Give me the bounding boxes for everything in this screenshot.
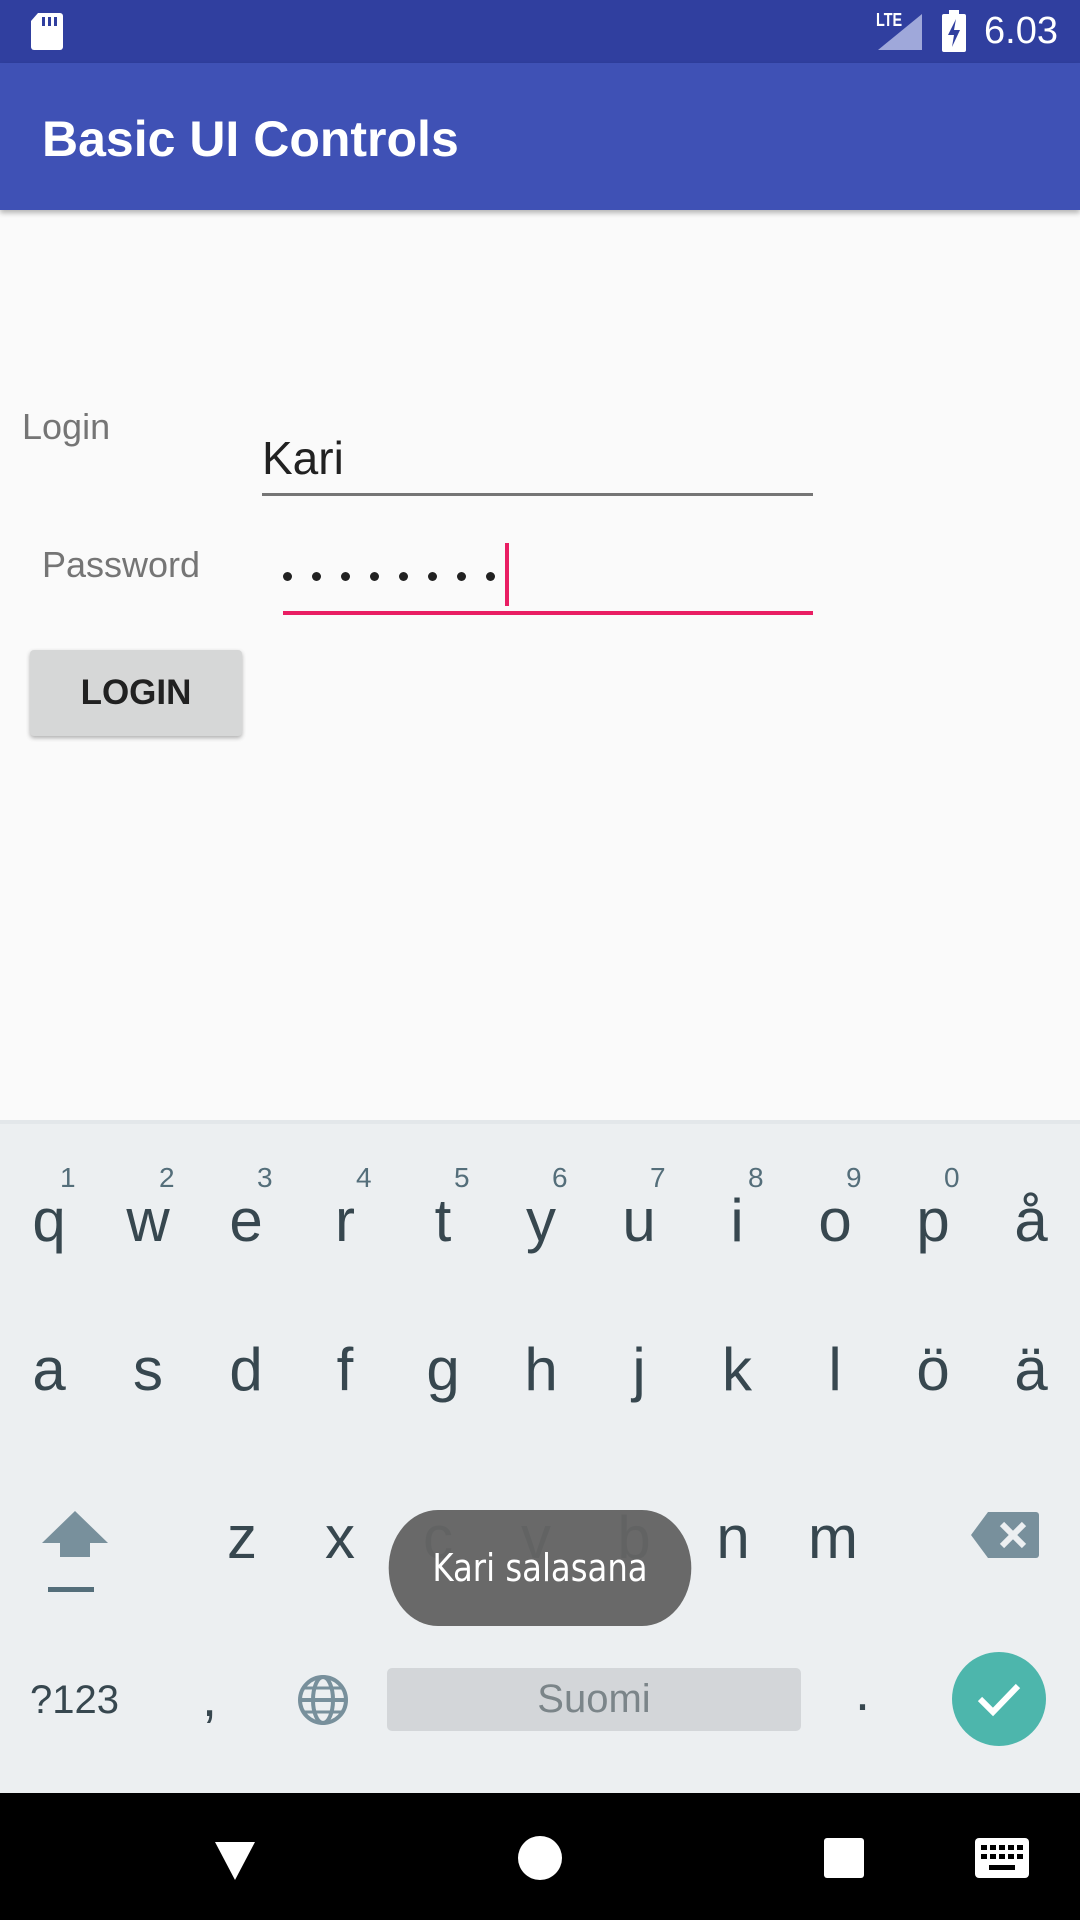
key-label: h xyxy=(524,1336,558,1403)
password-dot xyxy=(457,571,466,581)
password-dot xyxy=(312,571,321,581)
key-14[interactable]: f xyxy=(296,1335,394,1455)
key-9[interactable]: p0 xyxy=(884,1140,982,1260)
key-label: q xyxy=(32,1187,66,1254)
key-4[interactable]: t5 xyxy=(394,1140,492,1260)
key-3[interactable]: r4 xyxy=(296,1140,394,1260)
key-hint: 9 xyxy=(846,1162,862,1193)
key-21[interactable]: ä xyxy=(982,1335,1080,1455)
key-hint: 1 xyxy=(60,1162,76,1193)
password-input-underline xyxy=(283,611,813,615)
key-28[interactable]: m xyxy=(784,1503,882,1623)
password-dot xyxy=(370,571,379,581)
key-hint: 2 xyxy=(159,1162,175,1193)
key-label: x xyxy=(325,1504,355,1571)
key-label: u xyxy=(622,1187,656,1254)
key-27[interactable]: n xyxy=(684,1503,782,1623)
key-2[interactable]: e3 xyxy=(197,1140,295,1260)
key-label: d xyxy=(229,1336,263,1403)
key-label: f xyxy=(336,1336,354,1403)
key-0[interactable]: q1 xyxy=(0,1140,98,1260)
key-15[interactable]: g xyxy=(394,1335,492,1455)
shift-icon[interactable] xyxy=(40,1505,110,1595)
keyboard-icon[interactable] xyxy=(975,1838,1029,1878)
key-13[interactable]: d xyxy=(197,1335,295,1455)
key-label: y xyxy=(526,1187,556,1254)
status-clock: 6.03 xyxy=(984,10,1058,52)
key-label: ä xyxy=(1014,1336,1048,1403)
password-dot xyxy=(428,571,437,581)
login-label: Login xyxy=(22,406,111,447)
key-18[interactable]: k xyxy=(688,1335,786,1455)
checkmark-icon xyxy=(977,1683,1021,1717)
key-22[interactable]: z xyxy=(193,1503,291,1623)
symbols-key[interactable]: ?123 xyxy=(30,1670,119,1730)
key-label: ö xyxy=(916,1336,950,1403)
text-cursor xyxy=(505,543,509,606)
key-11[interactable]: a xyxy=(0,1335,98,1455)
back-icon[interactable] xyxy=(213,1838,257,1882)
globe-icon[interactable] xyxy=(296,1673,350,1727)
key-label: z xyxy=(227,1504,257,1571)
battery-charging-icon xyxy=(942,10,966,52)
key-23[interactable]: x xyxy=(291,1503,389,1623)
comma-key[interactable]: , xyxy=(202,1668,217,1728)
key-label: t xyxy=(434,1187,452,1254)
key-20[interactable]: ö xyxy=(884,1335,982,1455)
key-label: m xyxy=(808,1504,858,1571)
key-label: k xyxy=(722,1336,752,1403)
key-10[interactable]: å xyxy=(982,1140,1080,1260)
key-label: i xyxy=(730,1187,744,1254)
key-label: p xyxy=(916,1187,950,1254)
key-16[interactable]: h xyxy=(492,1335,590,1455)
key-hint: 0 xyxy=(944,1162,960,1193)
period-key[interactable]: . xyxy=(855,1662,870,1722)
key-1[interactable]: w2 xyxy=(99,1140,197,1260)
key-label: n xyxy=(716,1504,750,1571)
key-hint: 4 xyxy=(356,1162,372,1193)
key-label: r xyxy=(335,1187,355,1254)
password-dot xyxy=(341,571,350,581)
key-label: å xyxy=(1014,1187,1048,1254)
enter-key[interactable] xyxy=(952,1652,1046,1746)
password-dot xyxy=(399,571,408,581)
key-label: o xyxy=(818,1187,852,1254)
key-label: l xyxy=(828,1336,842,1403)
home-icon[interactable] xyxy=(518,1836,562,1880)
key-17[interactable]: j xyxy=(590,1335,688,1455)
recents-icon[interactable] xyxy=(824,1838,864,1878)
app-title: Basic UI Controls xyxy=(42,111,459,167)
key-hint: 5 xyxy=(454,1162,470,1193)
key-8[interactable]: o9 xyxy=(786,1140,884,1260)
password-dot xyxy=(283,571,292,581)
password-label: Password xyxy=(42,544,201,585)
login-input[interactable]: Kari xyxy=(262,430,344,486)
key-hint: 7 xyxy=(650,1162,666,1193)
password-dot xyxy=(486,571,495,581)
key-hint: 8 xyxy=(748,1162,764,1193)
backspace-icon[interactable] xyxy=(970,1510,1040,1560)
key-label: s xyxy=(133,1336,163,1403)
key-6[interactable]: u7 xyxy=(590,1140,688,1260)
key-hint: 3 xyxy=(257,1162,273,1193)
key-label: g xyxy=(426,1336,460,1403)
password-input[interactable] xyxy=(283,546,515,606)
key-label: w xyxy=(126,1187,170,1254)
key-19[interactable]: l xyxy=(786,1335,884,1455)
login-input-underline xyxy=(262,493,813,496)
key-7[interactable]: i8 xyxy=(688,1140,786,1260)
sd-card-icon xyxy=(31,13,63,50)
network-type-label: LTE xyxy=(876,10,903,30)
spacebar[interactable]: Suomi xyxy=(387,1668,801,1731)
key-label: a xyxy=(32,1336,66,1403)
key-label: e xyxy=(229,1187,263,1254)
key-5[interactable]: y6 xyxy=(492,1140,590,1260)
login-button[interactable]: LOGIN xyxy=(30,650,242,736)
key-12[interactable]: s xyxy=(99,1335,197,1455)
toast-message: Kari salasana xyxy=(388,1510,692,1626)
key-hint: 6 xyxy=(552,1162,568,1193)
key-label: j xyxy=(632,1336,646,1403)
